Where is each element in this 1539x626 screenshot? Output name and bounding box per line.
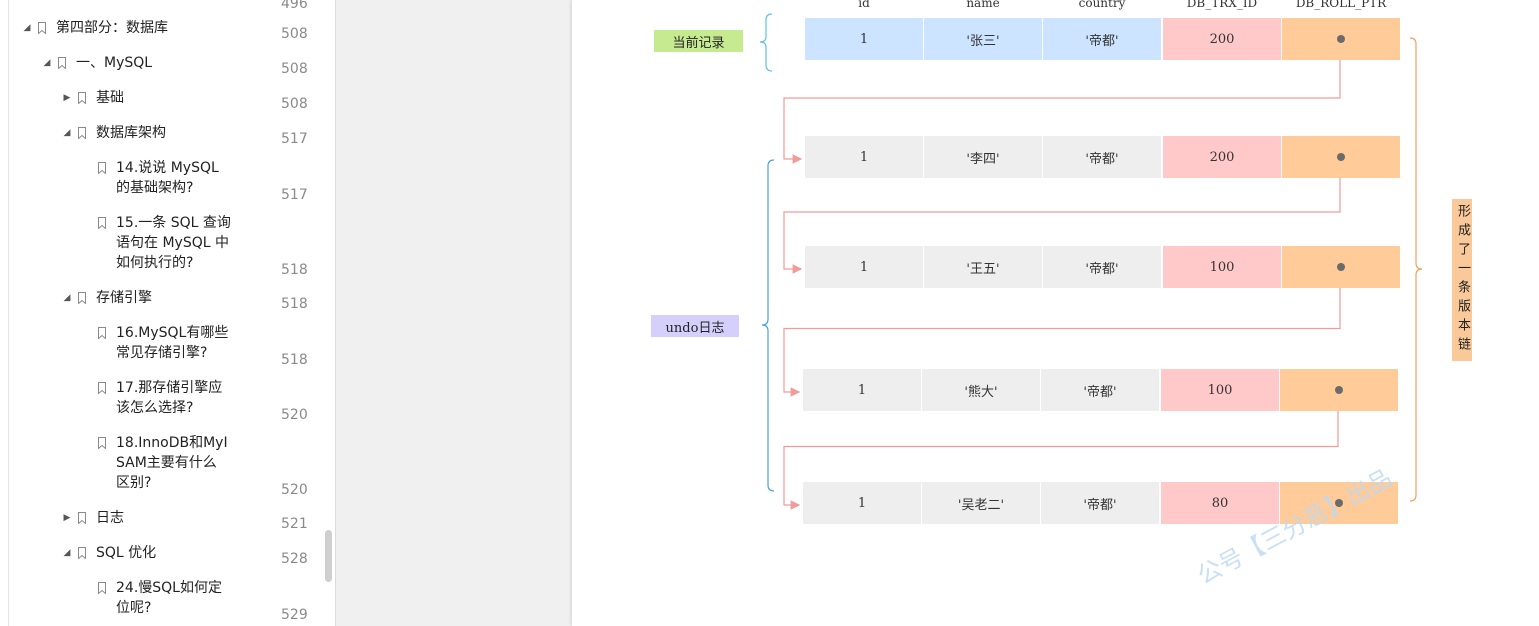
- record-cell: '帝都': [1043, 136, 1161, 178]
- column-header: DB_ROLL_PTR: [1295, 0, 1387, 10]
- column-header: name: [966, 0, 1000, 10]
- record-cell: 1: [803, 369, 921, 411]
- record-cell: 1: [805, 18, 923, 60]
- record-cell: '帝都': [1041, 482, 1159, 524]
- roll-pointer-cell: [1280, 369, 1398, 411]
- current-record-brace: [759, 13, 773, 72]
- record-cell: 100: [1163, 246, 1281, 288]
- record-cell: 100: [1161, 369, 1279, 411]
- record-cell: '李四': [924, 136, 1042, 178]
- pointer-dot: [1337, 263, 1345, 271]
- version-chain-brace: [1409, 37, 1423, 502]
- record-cell: '吴老二': [922, 482, 1040, 524]
- record-cell: 1: [803, 482, 921, 524]
- record-cell: 200: [1163, 136, 1281, 178]
- roll-pointer-cell: [1282, 18, 1400, 60]
- roll-pointer-cell: [1282, 246, 1400, 288]
- roll-pointer-cell: [1282, 136, 1400, 178]
- undo-log-tag: undo日志: [665, 320, 725, 336]
- record-cell: '张三': [924, 18, 1042, 60]
- current-record-tag: 当前记录: [672, 35, 725, 51]
- version-chain-tag: 形成了一条版本链: [1452, 199, 1472, 361]
- record-cell: 1: [805, 246, 923, 288]
- record-cell: '帝都': [1043, 18, 1161, 60]
- record-cell: '熊大': [922, 369, 1040, 411]
- pointer-dot: [1337, 35, 1345, 43]
- pointer-dot: [1337, 153, 1345, 161]
- record-cell: 80: [1161, 482, 1279, 524]
- record-cell: 200: [1163, 18, 1281, 60]
- column-header: id: [858, 0, 870, 10]
- undo-log-brace: [761, 159, 775, 492]
- pointer-dot: [1335, 386, 1343, 394]
- record-cell: '帝都': [1043, 246, 1161, 288]
- record-cell: '帝都': [1041, 369, 1159, 411]
- record-cell: '王五': [924, 246, 1042, 288]
- record-cell: 1: [805, 136, 923, 178]
- column-header: DB_TRX_ID: [1186, 0, 1258, 10]
- column-header: country: [1078, 0, 1126, 10]
